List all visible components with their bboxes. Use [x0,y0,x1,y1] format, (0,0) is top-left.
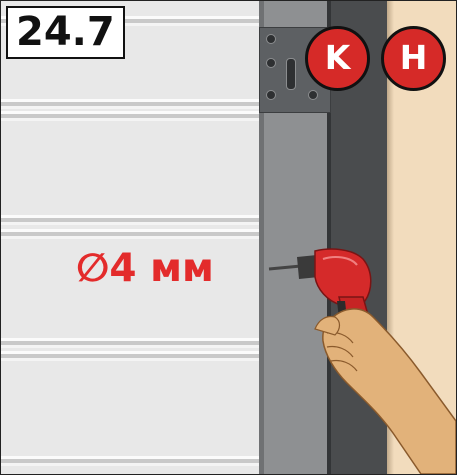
instruction-illustration: 24.7 K H ∅4 мм [0,0,457,475]
badge-k: K [305,26,370,91]
drill-bit [268,264,302,271]
step-number: 24.7 [6,6,125,59]
thumb [314,315,341,336]
badge-h: H [381,26,446,91]
hand-icon [322,308,456,474]
drill-diameter-label: ∅4 мм [76,246,214,291]
